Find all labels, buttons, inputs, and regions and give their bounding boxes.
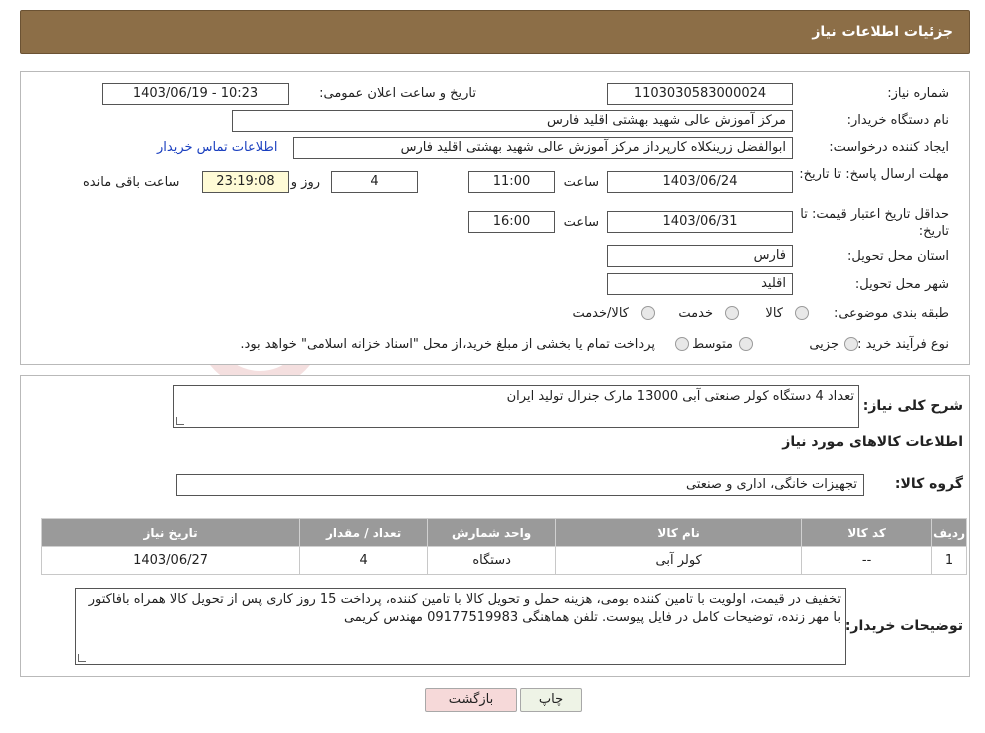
category-option-goods-service: کالا/خدمت bbox=[572, 306, 629, 321]
col-header-item-name: نام کالا bbox=[555, 518, 803, 547]
process-radio-medium[interactable] bbox=[739, 337, 753, 351]
deadline-date-field: 1403/06/24 bbox=[607, 171, 793, 193]
validity-date-field: 1403/06/31 bbox=[607, 211, 793, 233]
validity-time-label: ساعت bbox=[563, 215, 599, 230]
page-title: جزئیات اطلاعات نیاز bbox=[812, 24, 953, 40]
resize-handle-icon[interactable] bbox=[176, 417, 184, 425]
group-field: تجهیزات خانگی، اداری و صنعتی bbox=[176, 474, 864, 496]
process-radio-treasury[interactable] bbox=[675, 337, 689, 351]
category-option-service: خدمت bbox=[678, 306, 713, 321]
announce-field: 1403/06/19 - 10:23 bbox=[102, 83, 289, 105]
cell-item-code: -- bbox=[801, 546, 933, 575]
category-radio-goods-service[interactable] bbox=[641, 306, 655, 320]
summary-label: شرح کلی نیاز: bbox=[862, 398, 963, 414]
page-header: جزئیات اطلاعات نیاز bbox=[20, 10, 970, 54]
goods-panel: شرح کلی نیاز: تعداد 4 دستگاه کولر صنعتی … bbox=[20, 375, 970, 677]
col-header-quantity: تعداد / مقدار bbox=[299, 518, 429, 547]
buyer-notes-text: تخفیف در قیمت، اولویت با تامین کننده بوم… bbox=[88, 592, 841, 625]
table-row: 1 -- کولر آبی دستگاه 4 1403/06/27 bbox=[40, 546, 967, 575]
process-radio-minor[interactable] bbox=[844, 337, 858, 351]
details-panel: شماره نیاز: 1103030583000024 تاریخ و ساع… bbox=[20, 71, 970, 365]
summary-text: تعداد 4 دستگاه کولر صنعتی آبی 13000 مارک… bbox=[506, 389, 854, 404]
category-radio-service[interactable] bbox=[725, 306, 739, 320]
remaining-label: ساعت باقی مانده bbox=[83, 175, 180, 190]
announce-label: تاریخ و ساعت اعلان عمومی: bbox=[319, 86, 476, 101]
group-label: گروه کالا: bbox=[894, 476, 963, 492]
cell-unit: دستگاه bbox=[427, 546, 557, 575]
col-header-need-date: تاریخ نیاز bbox=[40, 518, 301, 547]
buyer-label: نام دستگاه خریدار: bbox=[846, 113, 949, 128]
buyer-field: مرکز آموزش عالی شهید بهشتی اقلید فارس bbox=[232, 110, 793, 132]
back-button[interactable]: بازگشت bbox=[425, 688, 517, 712]
deadline-label: مهلت ارسال پاسخ: تا تاریخ: bbox=[799, 167, 949, 182]
process-option-minor: جزیی bbox=[809, 337, 839, 352]
days-label: روز و bbox=[290, 175, 320, 190]
city-field: اقلید bbox=[607, 273, 793, 295]
city-label: شهر محل تحویل: bbox=[854, 277, 949, 292]
validity-label: حداقل تاریخ اعتبار قیمت: تا تاریخ: bbox=[800, 207, 949, 239]
cell-need-date: 1403/06/27 bbox=[40, 546, 301, 575]
cell-quantity: 4 bbox=[299, 546, 429, 575]
buyer-notes-label: توضیحات خریدار: bbox=[844, 618, 963, 634]
creator-field: ابوالفضل زرینکلاه کارپرداز مرکز آموزش عا… bbox=[293, 137, 793, 159]
category-option-goods: کالا bbox=[765, 306, 783, 321]
category-label: طبقه بندی موضوعی: bbox=[833, 306, 949, 321]
print-button[interactable]: چاپ bbox=[520, 688, 582, 712]
province-field: فارس bbox=[607, 245, 793, 267]
summary-textarea[interactable]: تعداد 4 دستگاه کولر صنعتی آبی 13000 مارک… bbox=[173, 385, 859, 428]
remaining-time-field: 23:19:08 bbox=[202, 171, 289, 193]
creator-label: ایجاد کننده درخواست: bbox=[829, 140, 949, 155]
buyer-contact-link[interactable]: اطلاعات تماس خریدار bbox=[157, 140, 277, 155]
validity-time-field: 16:00 bbox=[468, 211, 555, 233]
goods-table-header-row: ردیف کد کالا نام کالا واحد شمارش تعداد /… bbox=[40, 518, 967, 547]
goods-table: ردیف کد کالا نام کالا واحد شمارش تعداد /… bbox=[40, 518, 967, 575]
cell-item-name: کولر آبی bbox=[555, 546, 803, 575]
goods-section-title: اطلاعات کالاهای مورد نیاز bbox=[782, 434, 963, 450]
need-number-label: شماره نیاز: bbox=[887, 86, 949, 101]
buyer-notes-textarea[interactable]: تخفیف در قیمت، اولویت با تامین کننده بوم… bbox=[75, 588, 846, 665]
process-label: نوع فرآیند خرید : bbox=[857, 337, 949, 352]
process-note: پرداخت تمام یا بخشی از مبلغ خرید،از محل … bbox=[240, 337, 655, 352]
col-header-unit: واحد شمارش bbox=[427, 518, 557, 547]
process-option-medium: متوسط bbox=[692, 337, 733, 352]
col-header-row-number: ردیف bbox=[931, 518, 967, 547]
province-label: استان محل تحویل: bbox=[847, 249, 949, 264]
cell-row-number: 1 bbox=[931, 546, 967, 575]
need-number-field: 1103030583000024 bbox=[607, 83, 793, 105]
days-field: 4 bbox=[331, 171, 418, 193]
deadline-time-field: 11:00 bbox=[468, 171, 555, 193]
category-radio-goods[interactable] bbox=[795, 306, 809, 320]
col-header-item-code: کد کالا bbox=[801, 518, 933, 547]
deadline-time-label: ساعت bbox=[563, 175, 599, 190]
resize-handle-icon[interactable] bbox=[78, 654, 86, 662]
